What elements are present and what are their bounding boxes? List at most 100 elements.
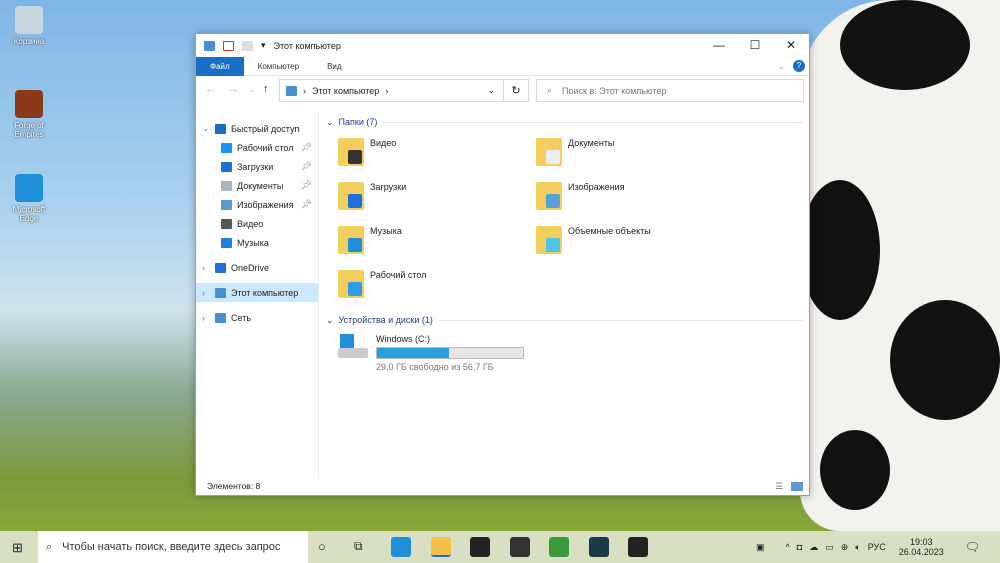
tab-computer[interactable]: Компьютер: [244, 57, 313, 76]
back-icon[interactable]: ←: [205, 83, 216, 95]
nav-item[interactable]: › Этот компьютер: [196, 283, 318, 302]
folder-item[interactable]: Документы: [536, 134, 734, 178]
quick-access-dropdown-icon[interactable]: ▾: [261, 40, 266, 51]
taskbar-app-terminal[interactable]: [628, 537, 648, 557]
chevron-down-icon[interactable]: ⌄: [202, 123, 210, 134]
search-input[interactable]: ⌕ Поиск в: Этот компьютер: [536, 79, 804, 102]
date: 26.04.2023: [898, 547, 944, 557]
window-title: Этот компьютер: [273, 40, 341, 51]
nav-item[interactable]: Изображения 📌︎: [196, 195, 318, 214]
folder-icon: [338, 226, 364, 254]
large-icons-view-icon[interactable]: [791, 482, 803, 491]
clock[interactable]: 19:03 26.04.2023: [899, 537, 944, 557]
nav-item[interactable]: Музыка: [196, 233, 318, 252]
battery-icon[interactable]: ▭: [825, 542, 834, 553]
nav-item[interactable]: Документы 📌︎: [196, 176, 318, 195]
folder-icon: [338, 138, 364, 166]
task-view-icon[interactable]: ⧉: [354, 539, 363, 554]
folder-item[interactable]: Музыка: [338, 222, 536, 266]
notifications-icon[interactable]: 🗨︎: [965, 540, 980, 554]
pin-icon: 📌︎: [300, 142, 312, 152]
folder-item[interactable]: Изображения: [536, 178, 734, 222]
chevron-up-icon[interactable]: ^: [786, 542, 790, 552]
close-button[interactable]: ✕: [773, 34, 809, 57]
taskbar-search[interactable]: ⌕ Чтобы начать поиск, введите здесь запр…: [38, 531, 308, 563]
taskbar-app-app[interactable]: [588, 537, 609, 557]
status-bar: Элементов: 8 ☰: [196, 477, 809, 495]
content-pane: ⌄ Папки (7) Видео Документы Загрузки Изображ…: [326, 112, 803, 479]
desktop-icon[interactable]: Microsoft Edge: [6, 174, 52, 223]
app-icon: [15, 90, 43, 118]
drive-usage-bar: [376, 347, 524, 359]
details-view-icon[interactable]: ☰: [775, 477, 783, 495]
up-icon[interactable]: ↑: [263, 83, 269, 95]
network-icon[interactable]: ⊕: [841, 542, 849, 553]
news-icon[interactable]: ▣: [756, 542, 765, 553]
star-icon: [215, 123, 226, 134]
maximize-button[interactable]: ☐: [737, 34, 773, 57]
desktop-icon-label: Корзина: [13, 37, 45, 46]
expand-ribbon-icon[interactable]: ⌄: [777, 61, 785, 72]
taskbar-app-edge[interactable]: [391, 537, 411, 557]
meet-icon[interactable]: ◘: [797, 542, 802, 552]
folder-item[interactable]: Загрузки: [338, 178, 536, 222]
nav-item[interactable]: ⌄ Быстрый доступ: [196, 119, 318, 138]
chevron-right-icon[interactable]: ›: [202, 288, 210, 298]
desktop-icon: [221, 142, 232, 153]
chevron-right-icon[interactable]: ›: [202, 263, 210, 273]
collapse-icon[interactable]: ⌄: [326, 315, 334, 326]
chevron-right-icon[interactable]: ›: [385, 86, 388, 96]
collapse-icon[interactable]: ⌄: [326, 117, 334, 128]
desktop-icon[interactable]: Корзина: [6, 6, 52, 46]
chevron-right-icon[interactable]: ›: [202, 313, 210, 323]
nav-item[interactable]: Загрузки 📌︎: [196, 157, 318, 176]
file-explorer-window: ▾ Этот компьютер — ☐ ✕ Файл Компьютер Ви…: [195, 33, 810, 496]
taskbar-app-explorer[interactable]: [430, 537, 451, 557]
nav-item[interactable]: › Сеть: [196, 308, 318, 327]
folder-label: Музыка: [370, 226, 402, 236]
nav-item[interactable]: › OneDrive: [196, 258, 318, 277]
folder-label: Объемные объекты: [568, 226, 651, 236]
properties-icon[interactable]: [223, 40, 234, 51]
language-indicator[interactable]: РУС: [868, 542, 886, 552]
taskbar-app-store[interactable]: [470, 537, 490, 557]
new-folder-icon[interactable]: [242, 40, 253, 51]
volume-icon[interactable]: 🔈︎: [855, 542, 860, 553]
tab-file[interactable]: Файл: [196, 56, 244, 76]
folder-icon: [338, 270, 364, 298]
refresh-button[interactable]: ↻: [504, 79, 529, 102]
folders-group-header[interactable]: ⌄ Папки (7): [326, 114, 803, 130]
cortana-icon[interactable]: ○: [318, 539, 326, 554]
tab-view[interactable]: Вид: [313, 57, 355, 76]
nav-item[interactable]: Видео: [196, 214, 318, 233]
nav-item-label: Видео: [237, 218, 264, 229]
folder-icon: [338, 182, 364, 210]
computer-icon: [286, 85, 297, 96]
system-tray: ▣ ^ ◘ ☁ ▭ ⊕ 🔈︎ РУС 19:03 26.04.2023 🗨︎: [756, 531, 1000, 563]
desktop-icon-label: Forge of Empires: [14, 121, 44, 139]
drive-free-space: 29,0 ГБ свободно из 56,7 ГБ: [376, 362, 494, 372]
forward-icon[interactable]: →: [228, 83, 239, 95]
folder-icon: [536, 226, 562, 254]
search-icon: ⌕: [547, 85, 553, 95]
group-label: Папки (7): [338, 117, 378, 127]
start-windows-icon[interactable]: ⊞: [12, 540, 23, 556]
minimize-button[interactable]: —: [701, 34, 737, 57]
taskbar-app-game[interactable]: [549, 537, 569, 557]
devices-group-header[interactable]: ⌄ Устройства и диски (1): [326, 312, 803, 328]
folder-item[interactable]: Объемные объекты: [536, 222, 734, 266]
desktop-icon[interactable]: Forge of Empires: [6, 90, 52, 139]
chevron-down-icon[interactable]: ⌄: [487, 85, 495, 96]
address-bar[interactable]: › Этот компьютер › ⌄: [279, 79, 504, 102]
onedrive-tray-icon[interactable]: ☁: [809, 542, 818, 553]
drive-c[interactable]: Windows (C:) 29,0 ГБ свободно из 56,7 ГБ: [338, 334, 803, 372]
folder-label: Документы: [568, 138, 615, 148]
music-icon: [221, 237, 232, 248]
folder-item[interactable]: Видео: [338, 134, 536, 178]
folder-item[interactable]: Рабочий стол: [338, 266, 536, 310]
search-placeholder: Поиск в: Этот компьютер: [562, 85, 667, 96]
help-icon[interactable]: ?: [793, 60, 805, 72]
taskbar-app-mail[interactable]: [509, 537, 530, 557]
nav-item[interactable]: Рабочий стол 📌︎: [196, 138, 318, 157]
recent-icon[interactable]: ⌄: [248, 84, 256, 95]
